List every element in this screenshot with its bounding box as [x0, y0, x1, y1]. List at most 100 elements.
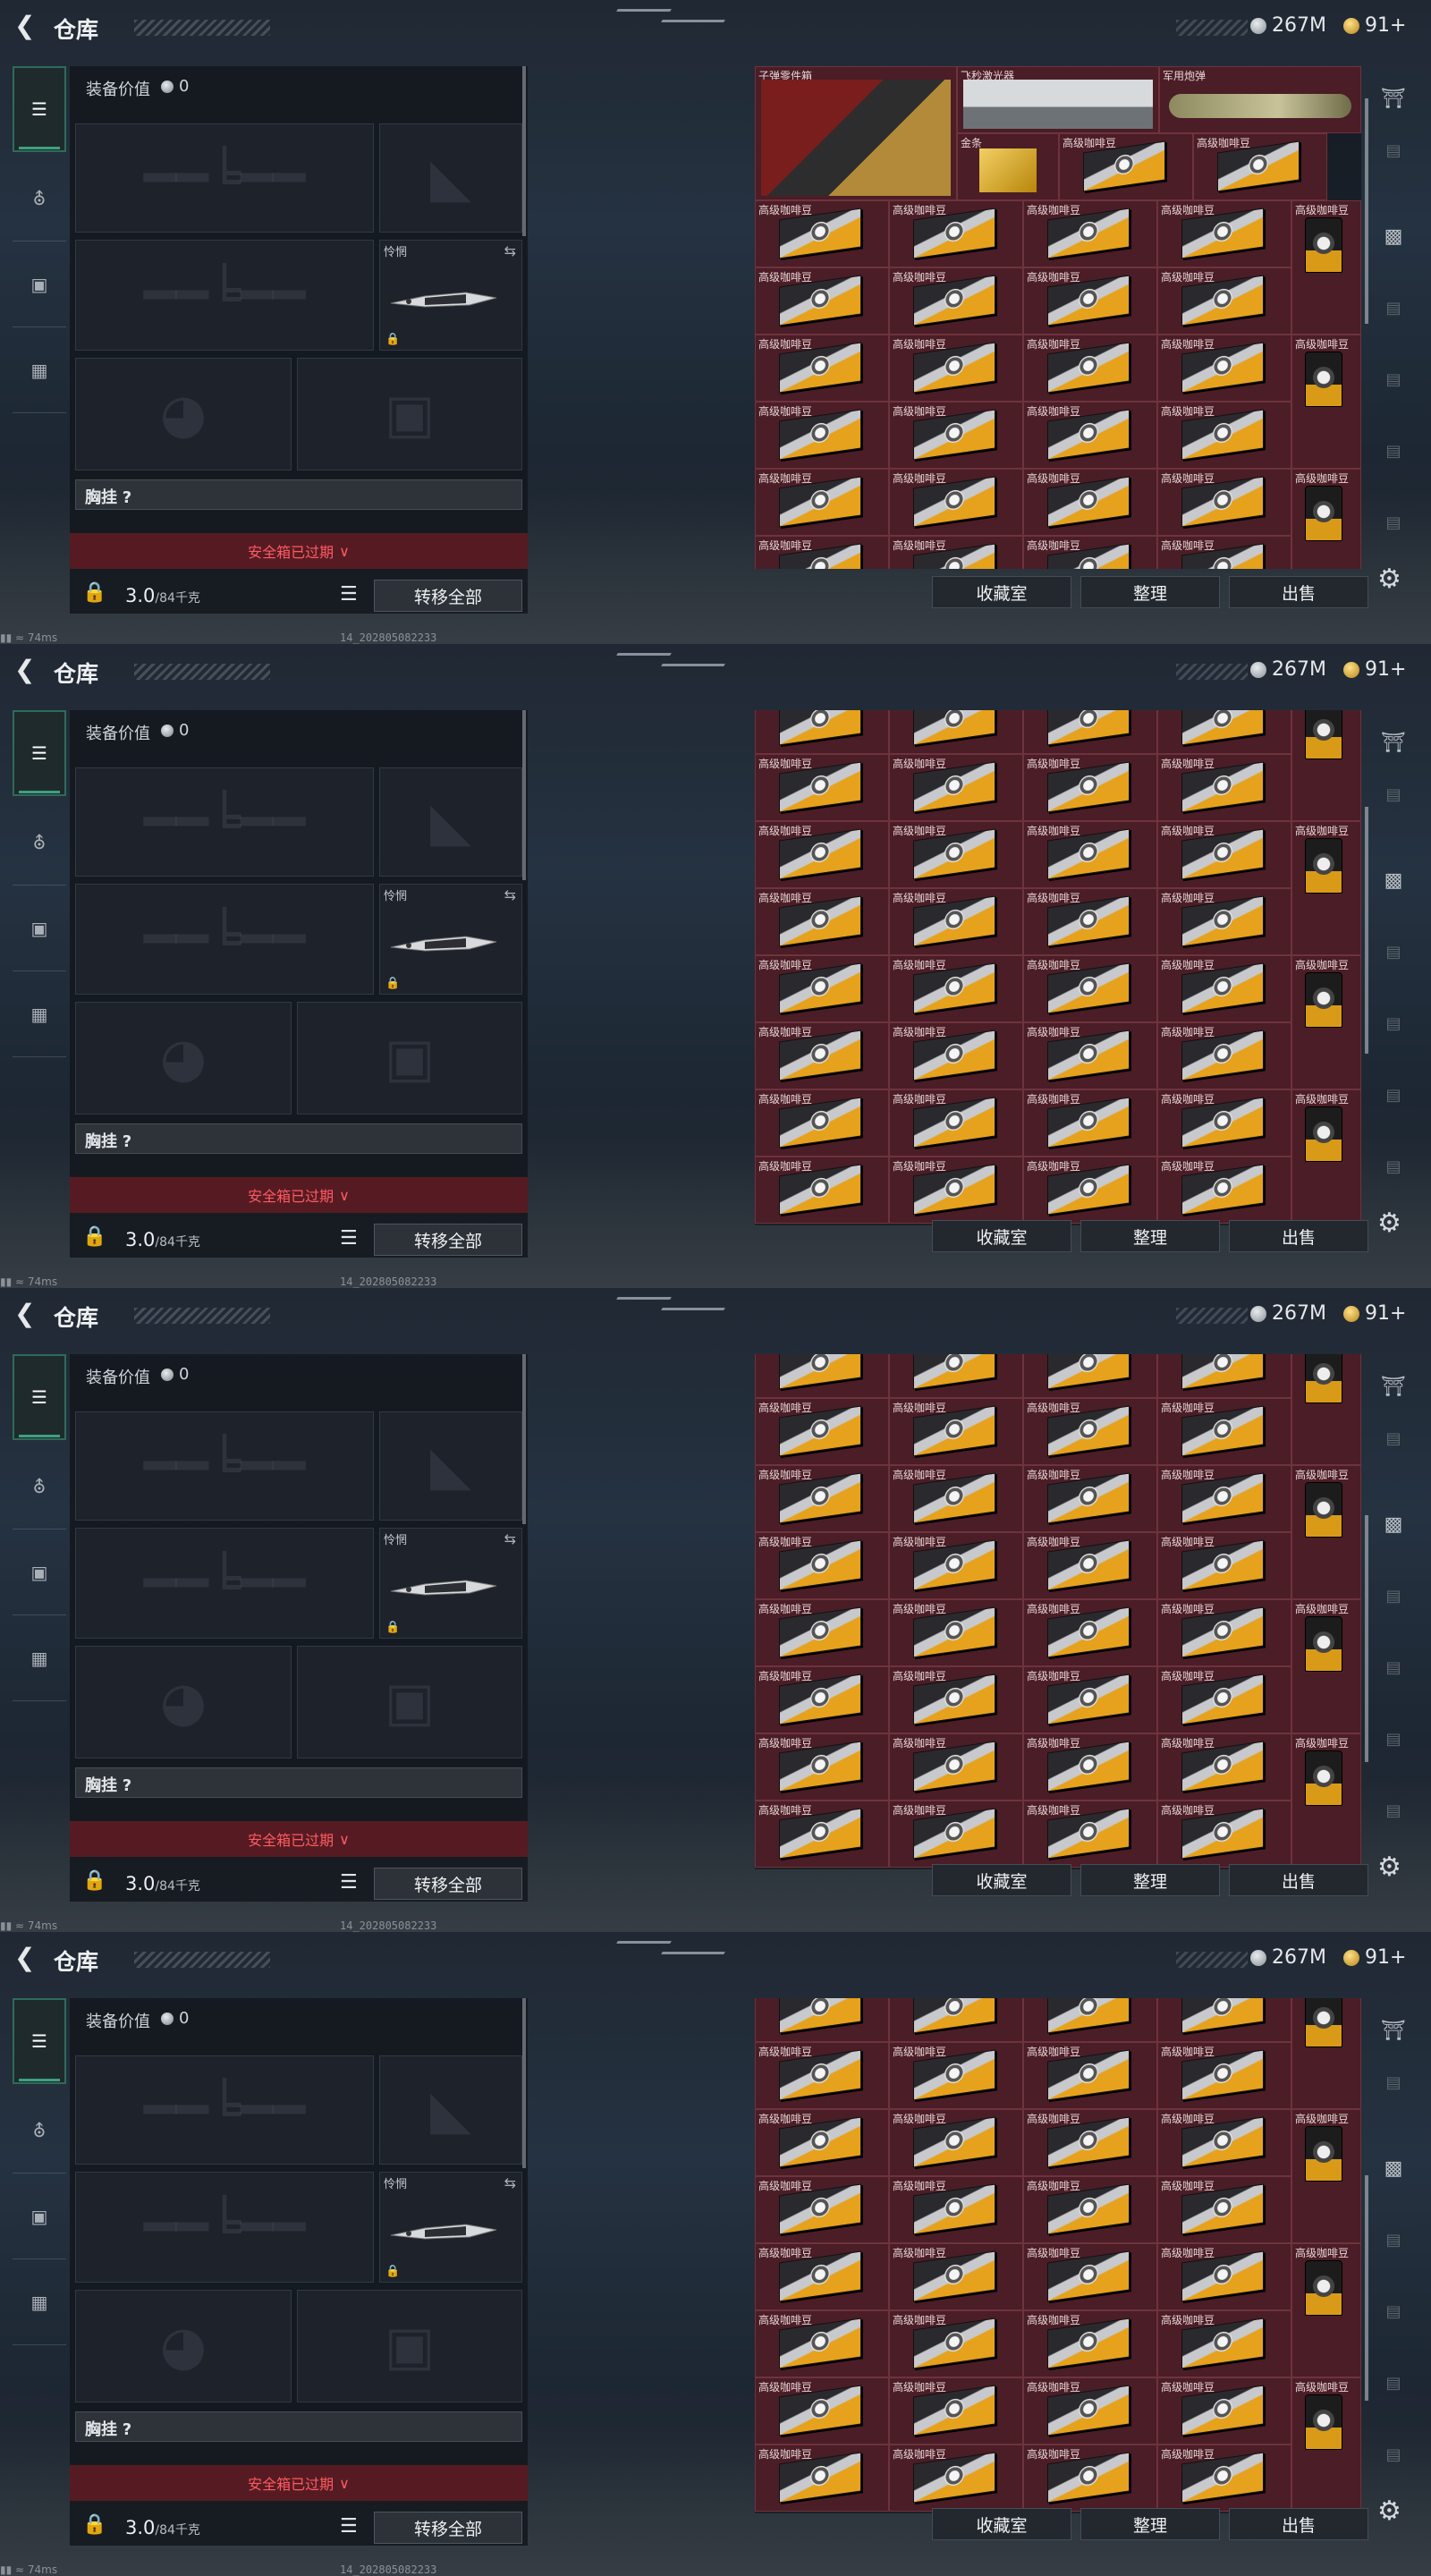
collection-room-button[interactable]: 收藏室	[932, 1220, 1071, 1252]
inventory-item-coffee[interactable]: 高级咖啡豆	[1291, 2243, 1361, 2377]
inventory-item-coffee[interactable]: 高级咖啡豆	[755, 888, 889, 955]
inventory-item-coffee[interactable]: 高级咖啡豆	[889, 1354, 1023, 1398]
inventory-item-coffee[interactable]: 高级咖啡豆	[1291, 955, 1361, 1089]
tab-backpack[interactable]: ▦	[13, 1615, 66, 1701]
swap-icon[interactable]: ⇆	[504, 886, 516, 903]
inventory-item-coffee[interactable]: 高级咖啡豆	[889, 1666, 1023, 1733]
inventory-item-coffee[interactable]: 高级咖啡豆	[1157, 1998, 1291, 2042]
inventory-item-coffee[interactable]: 高级咖啡豆	[1157, 1532, 1291, 1599]
inventory-item-coffee[interactable]: 高级咖啡豆	[1157, 1089, 1291, 1157]
inventory-item-coffee[interactable]: 高级咖啡豆	[755, 1398, 889, 1465]
melee-slot[interactable]: 怜惘 ⇆ 🔒	[379, 240, 522, 351]
inventory-item-coffee[interactable]: 高级咖啡豆	[1023, 1599, 1157, 1666]
warehouse-scrollbar[interactable]	[1365, 1515, 1368, 1762]
inventory-item-coffee[interactable]: 高级咖啡豆	[889, 1599, 1023, 1666]
pistol-slot[interactable]: ◣	[379, 2055, 522, 2165]
tab-weapons[interactable]: ☰	[13, 710, 66, 796]
transfer-all-button[interactable]: 转移全部	[374, 1868, 522, 1900]
silver-currency[interactable]: 267M	[1250, 658, 1326, 681]
storage-page-icon[interactable]: ▤	[1374, 1721, 1413, 1757]
pistol-slot[interactable]: ◣	[379, 123, 522, 233]
gear-icon[interactable]: ⚙	[1377, 564, 1401, 595]
inventory-item-coffee[interactable]: 高级咖啡豆	[755, 200, 889, 267]
inventory-item-coffee[interactable]: 高级咖啡豆	[1023, 1157, 1157, 1224]
inventory-item-coffee[interactable]: 高级咖啡豆	[889, 1532, 1023, 1599]
inventory-item[interactable]: 飞秒激光器	[957, 66, 1159, 133]
inventory-item-coffee[interactable]: 高级咖啡豆	[1023, 955, 1157, 1022]
helmet-slot[interactable]: ◕	[75, 1646, 292, 1758]
sort-button[interactable]: 整理	[1080, 1864, 1220, 1896]
tab-armor[interactable]: ⛢	[13, 800, 66, 886]
chest-rig-slot[interactable]: 胸挂 ?	[75, 479, 522, 510]
equipment-scrollbar[interactable]	[522, 710, 526, 880]
inventory-item-coffee[interactable]: 高级咖啡豆	[1157, 200, 1291, 267]
storage-page-active-icon[interactable]: ▩	[1374, 862, 1413, 898]
inventory-item-coffee[interactable]: 高级咖啡豆	[1023, 1465, 1157, 1532]
collection-room-button[interactable]: 收藏室	[932, 2508, 1071, 2540]
secondary-weapon-slot[interactable]: ━━╘━━	[75, 2172, 374, 2283]
storage-page-icon[interactable]: ▤	[1374, 776, 1413, 812]
inventory-item-coffee[interactable]: 高级咖啡豆	[889, 2445, 1023, 2512]
inventory-item-coffee[interactable]: 高级咖啡豆	[889, 1801, 1023, 1868]
list-icon[interactable]: ☰	[340, 1227, 358, 1250]
armor-slot[interactable]: ▣	[297, 2290, 522, 2402]
inventory-item-coffee[interactable]: 高级咖啡豆	[1023, 267, 1157, 335]
inventory-item-coffee[interactable]: 高级咖啡豆	[1291, 1354, 1361, 1465]
inventory-item-coffee[interactable]: 高级咖啡豆	[889, 402, 1023, 469]
sort-button[interactable]: 整理	[1080, 576, 1220, 608]
inventory-item-coffee[interactable]: 高级咖啡豆	[889, 710, 1023, 754]
swap-icon[interactable]: ⇆	[504, 2174, 516, 2191]
warehouse-grid[interactable]: 高级咖啡豆 高级咖啡豆 高级咖啡豆 高级咖啡豆 高级咖啡豆 高级咖啡豆 高级咖啡豆 高级咖啡豆…	[755, 1354, 1361, 1869]
inventory-item-coffee[interactable]: 高级咖啡豆	[755, 1666, 889, 1733]
inventory-item-coffee[interactable]: 高级咖啡豆	[1157, 335, 1291, 402]
back-arrow-icon[interactable]: ❮	[14, 657, 41, 683]
inventory-item-coffee[interactable]: 高级咖啡豆	[889, 2042, 1023, 2109]
helmet-slot[interactable]: ◕	[75, 1002, 292, 1114]
storage-page-icon[interactable]: ▤	[1374, 2436, 1413, 2472]
armor-slot[interactable]: ▣	[297, 1002, 522, 1114]
storage-page-active-icon[interactable]: ▩	[1374, 1506, 1413, 1542]
armor-slot[interactable]: ▣	[297, 1646, 522, 1758]
sort-button[interactable]: 整理	[1080, 2508, 1220, 2540]
warehouse-scrollbar[interactable]	[1365, 2175, 1368, 2401]
inventory-item-coffee[interactable]: 高级咖啡豆	[1023, 821, 1157, 888]
storage-page-icon[interactable]: ▤	[1374, 1420, 1413, 1456]
inventory-item-coffee[interactable]: 高级咖啡豆	[1157, 2310, 1291, 2377]
inventory-item-coffee[interactable]: 高级咖啡豆	[1157, 1398, 1291, 1465]
inventory-item-coffee[interactable]: 高级咖啡豆	[755, 955, 889, 1022]
inventory-item-coffee[interactable]: 高级咖啡豆	[755, 402, 889, 469]
storage-page-icon[interactable]: ▤	[1374, 1649, 1413, 1685]
storage-page-icon[interactable]: ▤	[1374, 2293, 1413, 2329]
inventory-item-coffee[interactable]: 高级咖啡豆	[1157, 1801, 1291, 1868]
tab-armor[interactable]: ⛢	[13, 156, 66, 242]
inventory-item-coffee[interactable]: 高级咖啡豆	[1157, 2445, 1291, 2512]
inventory-item-coffee[interactable]: 高级咖啡豆	[889, 200, 1023, 267]
storage-page-icon[interactable]: ▤	[1374, 361, 1413, 397]
inventory-item-coffee[interactable]: 高级咖啡豆	[889, 1733, 1023, 1801]
inventory-item-coffee[interactable]: 高级咖啡豆	[1157, 267, 1291, 335]
inventory-item-coffee[interactable]: 高级咖啡豆	[1023, 1532, 1157, 1599]
safebox-expired-button[interactable]: 安全箱已过期 ∨	[70, 1821, 528, 1857]
inventory-item-coffee[interactable]: 高级咖啡豆	[755, 1532, 889, 1599]
tab-gear[interactable]: ▣	[13, 1530, 66, 1615]
inventory-item-coffee[interactable]: 高级咖啡豆	[889, 1398, 1023, 1465]
transfer-all-button[interactable]: 转移全部	[374, 2512, 522, 2544]
inventory-item-coffee[interactable]: 高级咖啡豆	[889, 1998, 1023, 2042]
storage-page-icon[interactable]: ▤	[1374, 934, 1413, 970]
inventory-item-coffee[interactable]: 高级咖啡豆	[1023, 1998, 1157, 2042]
back-arrow-icon[interactable]: ❮	[14, 1945, 41, 1971]
inventory-item-coffee[interactable]: 高级咖啡豆	[1023, 2445, 1157, 2512]
list-icon[interactable]: ☰	[340, 583, 358, 606]
inventory-item-coffee[interactable]: 高级咖啡豆	[1157, 1599, 1291, 1666]
sort-button[interactable]: 整理	[1080, 1220, 1220, 1252]
primary-weapon-slot[interactable]: ━━╘━━	[75, 1411, 374, 1521]
inventory-item-coffee[interactable]: 高级咖啡豆	[1023, 1022, 1157, 1089]
storage-page-active-icon[interactable]: ▩	[1374, 2150, 1413, 2186]
inventory-item-coffee[interactable]: 高级咖啡豆	[1291, 469, 1361, 569]
warehouse-grid[interactable]: 高级咖啡豆 高级咖啡豆 高级咖啡豆 高级咖啡豆 高级咖啡豆 高级咖啡豆 高级咖啡豆 高级咖啡豆…	[755, 710, 1361, 1225]
inventory-item-coffee[interactable]: 高级咖啡豆	[1059, 133, 1193, 200]
inventory-item-coffee[interactable]: 高级咖啡豆	[755, 536, 889, 569]
silver-currency[interactable]: 267M	[1250, 1302, 1326, 1325]
inventory-item-coffee[interactable]: 高级咖啡豆	[1157, 710, 1291, 754]
storage-page-icon[interactable]: ▤	[1374, 1148, 1413, 1184]
